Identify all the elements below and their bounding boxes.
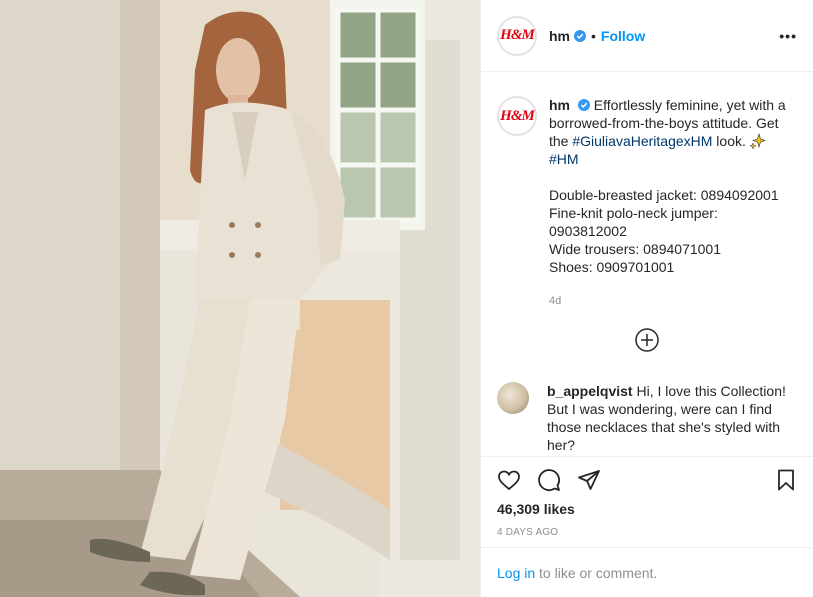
- post-modal: H&M hm • Follow ••• H&M hm Effortlessly …: [0, 0, 813, 597]
- hm-logo: H&M: [500, 107, 535, 124]
- share-icon[interactable]: [577, 468, 601, 492]
- caption-item: Shoes: 0909701001: [549, 259, 675, 275]
- hashtag-link[interactable]: #GiuliavaHeritagexHM: [572, 133, 712, 149]
- verified-badge-icon: [574, 29, 586, 42]
- caption-username[interactable]: hm: [549, 97, 570, 113]
- caption: H&M hm Effortlessly feminine, yet with a…: [481, 72, 813, 310]
- sparkles-emoji-icon: [749, 133, 766, 149]
- caption-item: Wide trousers: 0894071001: [549, 241, 721, 257]
- hm-logo: H&M: [500, 27, 535, 43]
- login-link[interactable]: Log in: [497, 565, 535, 581]
- post-photo[interactable]: [0, 0, 480, 597]
- bookmark-icon[interactable]: [774, 468, 798, 492]
- caption-item: Fine-knit polo-neck jumper: 0903812002: [549, 205, 718, 239]
- follow-button[interactable]: Follow: [601, 28, 645, 44]
- action-icons: [481, 457, 813, 497]
- hashtag-link[interactable]: #HM: [549, 151, 579, 167]
- comment-item: b_appelqvist Hi, I love this Collection!…: [497, 382, 802, 454]
- comment-body: b_appelqvist Hi, I love this Collection!…: [547, 382, 787, 454]
- login-prompt: Log in to like or comment.: [481, 547, 813, 597]
- post-header: H&M hm • Follow •••: [481, 0, 813, 72]
- verified-badge-icon: [577, 99, 590, 111]
- account-avatar[interactable]: H&M: [497, 15, 537, 56]
- caption-body: hm Effortlessly feminine, yet with a bor…: [549, 96, 794, 310]
- header-username[interactable]: hm: [549, 28, 570, 44]
- separator-dot: •: [591, 27, 596, 44]
- heart-icon[interactable]: [497, 468, 521, 492]
- comment-icon[interactable]: [537, 468, 561, 492]
- more-options-icon[interactable]: •••: [779, 28, 797, 44]
- post-image: [0, 0, 480, 597]
- post-date[interactable]: 4 DAYS AGO: [481, 517, 813, 538]
- caption-text-2: look.: [712, 133, 750, 149]
- post-details-panel: H&M hm • Follow ••• H&M hm Effortlessly …: [480, 0, 813, 597]
- caption-age[interactable]: 4d: [549, 292, 794, 310]
- commenter-username[interactable]: b_appelqvist: [547, 383, 633, 399]
- login-prompt-text: to like or comment.: [535, 565, 658, 581]
- likes-count[interactable]: 46,309 likes: [481, 497, 813, 517]
- caption-item: Double-breasted jacket: 0894092001: [549, 187, 779, 203]
- caption-avatar[interactable]: H&M: [497, 96, 537, 136]
- commenter-avatar[interactable]: [497, 382, 529, 414]
- load-more-comments-icon[interactable]: [634, 327, 660, 353]
- comments-area[interactable]: H&M hm Effortlessly feminine, yet with a…: [481, 72, 813, 456]
